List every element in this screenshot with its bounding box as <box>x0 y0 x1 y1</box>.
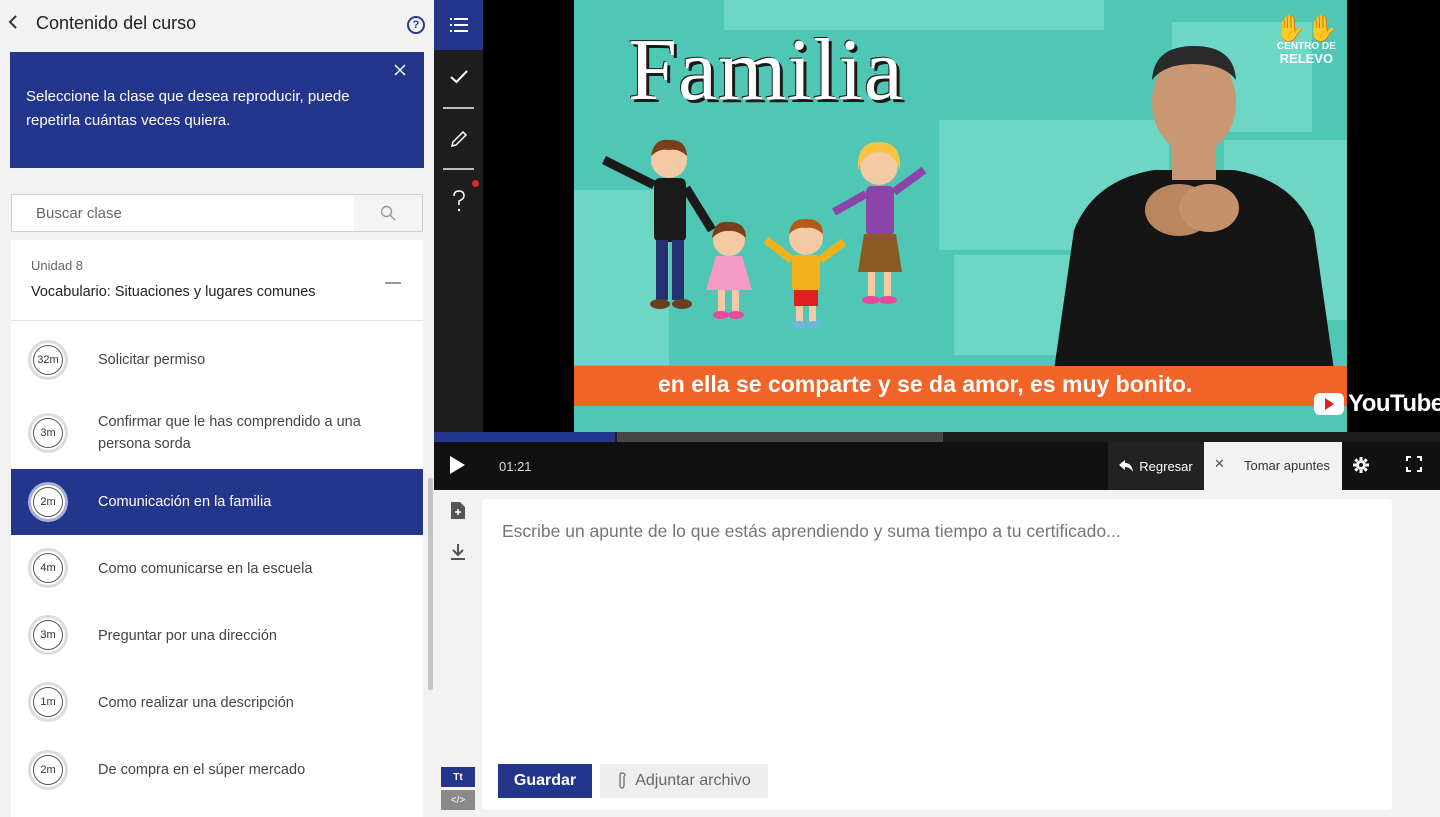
subtitle-text: en ella se comparte y se da amor, es muy… <box>658 371 1193 397</box>
download-icon[interactable] <box>451 544 465 566</box>
text-format-button[interactable]: Tt <box>441 767 475 787</box>
list-icon[interactable] <box>434 0 483 50</box>
collapse-icon[interactable] <box>385 282 401 284</box>
video-overlay-title: Familia <box>628 22 904 119</box>
notice-text: Seleccione la clase que desea reproducir… <box>26 88 350 129</box>
lesson-name: Preguntar por una dirección <box>98 627 277 644</box>
course-sidebar: Contenido del curso ? Seleccione la clas… <box>0 0 434 817</box>
fullscreen-icon <box>1406 456 1422 472</box>
code-format-button[interactable]: </> <box>441 790 475 810</box>
duration-badge: 3m <box>28 615 68 655</box>
check-icon[interactable] <box>434 62 483 92</box>
search-box <box>11 194 423 232</box>
take-notes-tab[interactable]: ✕ Tomar apuntes <box>1204 442 1342 490</box>
lesson-item[interactable]: 3m Preguntar por una dirección <box>11 602 423 669</box>
fullscreen-button[interactable] <box>1406 456 1422 477</box>
duration-badge: 32m <box>28 340 68 380</box>
search-button[interactable] <box>354 195 422 231</box>
subtitle-bar: en ella se comparte y se da amor, es muy… <box>574 366 1347 406</box>
tool-rail <box>434 0 483 432</box>
lesson-item[interactable]: 2m De compra en el súper mercado <box>11 736 423 804</box>
reply-icon <box>1119 460 1134 472</box>
unit-label: Unidad 8 <box>31 258 84 273</box>
duration-badge: 1m <box>28 682 68 722</box>
lesson-item[interactable]: 32m Solicitar permiso <box>11 323 423 397</box>
lesson-name: Como comunicarse en la escuela <box>98 560 313 577</box>
lesson-name: Solicitar permiso <box>98 352 206 368</box>
sidebar-header: Contenido del curso ? <box>0 0 434 50</box>
duration-badge: 2m <box>28 750 68 790</box>
hands-icon: ✋✋ <box>1274 13 1339 43</box>
lesson-name: De compra en el súper mercado <box>98 762 306 778</box>
lesson-item[interactable]: 1m Como realizar una descripción <box>11 669 423 736</box>
duration-badge: 3m <box>28 413 68 453</box>
centro-de-relevo-logo: ✋✋ CENTRO DE RELEVO <box>1274 13 1339 66</box>
youtube-play-icon <box>1314 393 1344 415</box>
lesson-list: Unidad 8 Vocabulario: Situaciones y luga… <box>11 240 423 817</box>
duration-badge: 2m <box>28 482 68 522</box>
progress-bar[interactable] <box>434 432 1440 442</box>
lesson-item-active[interactable]: 2m Comunicación en la familia <box>11 469 423 535</box>
lesson-name: Confirmar que le has comprendido a una p… <box>98 414 361 452</box>
regresar-button[interactable]: Regresar <box>1108 442 1204 490</box>
unit-title: Vocabulario: Situaciones y lugares comun… <box>31 284 316 300</box>
pencil-icon[interactable] <box>434 124 483 154</box>
search-input[interactable] <box>12 195 354 231</box>
sidebar-title: Contenido del curso <box>36 13 197 33</box>
sidebar-scrollbar[interactable] <box>428 478 433 690</box>
gear-icon <box>1353 457 1369 473</box>
progress-fill <box>434 432 616 442</box>
paperclip-icon <box>619 772 626 789</box>
new-note-icon[interactable] <box>451 502 465 524</box>
player-controls: 01:21 Regresar ✕ Tomar apuntes <box>434 442 1440 490</box>
question-icon[interactable] <box>434 186 483 216</box>
video-player[interactable]: Familia ✋✋ CENTRO DE RELEVO en ella se c… <box>483 0 1440 432</box>
current-time: 01:21 <box>499 459 532 474</box>
lesson-item[interactable]: 3m Confirmar que le has comprendido a un… <box>11 397 423 469</box>
lesson-item[interactable]: 4m Como comunicarse en la escuela <box>11 535 423 602</box>
lesson-name: Comunicación en la familia <box>98 494 272 510</box>
info-notice: Seleccione la clase que desea reproducir… <box>10 52 424 168</box>
buffer-bar <box>617 432 943 442</box>
back-icon[interactable] <box>8 12 24 36</box>
duration-badge: 4m <box>28 548 68 588</box>
interpreter-figure <box>1054 46 1334 370</box>
save-button[interactable]: Guardar <box>498 764 592 798</box>
unit-header[interactable]: Unidad 8 Vocabulario: Situaciones y luga… <box>11 240 423 321</box>
close-icon[interactable] <box>394 60 406 81</box>
close-icon[interactable]: ✕ <box>1214 456 1225 472</box>
search-icon <box>380 205 396 221</box>
notification-dot <box>472 180 479 187</box>
divider <box>443 168 474 170</box>
note-textarea[interactable] <box>502 521 1362 563</box>
divider <box>443 107 474 109</box>
play-button[interactable] <box>450 456 465 474</box>
video-frame: Familia ✋✋ CENTRO DE RELEVO en ella se c… <box>574 0 1347 432</box>
youtube-logo[interactable]: YouTube <box>1314 390 1440 418</box>
lesson-name: Como realizar una descripción <box>98 694 294 711</box>
note-editor: Guardar Adjuntar archivo <box>482 499 1392 810</box>
settings-button[interactable] <box>1352 456 1370 479</box>
help-icon[interactable]: ? <box>407 16 425 34</box>
family-illustration <box>601 139 927 329</box>
attach-file-button[interactable]: Adjuntar archivo <box>600 764 768 798</box>
